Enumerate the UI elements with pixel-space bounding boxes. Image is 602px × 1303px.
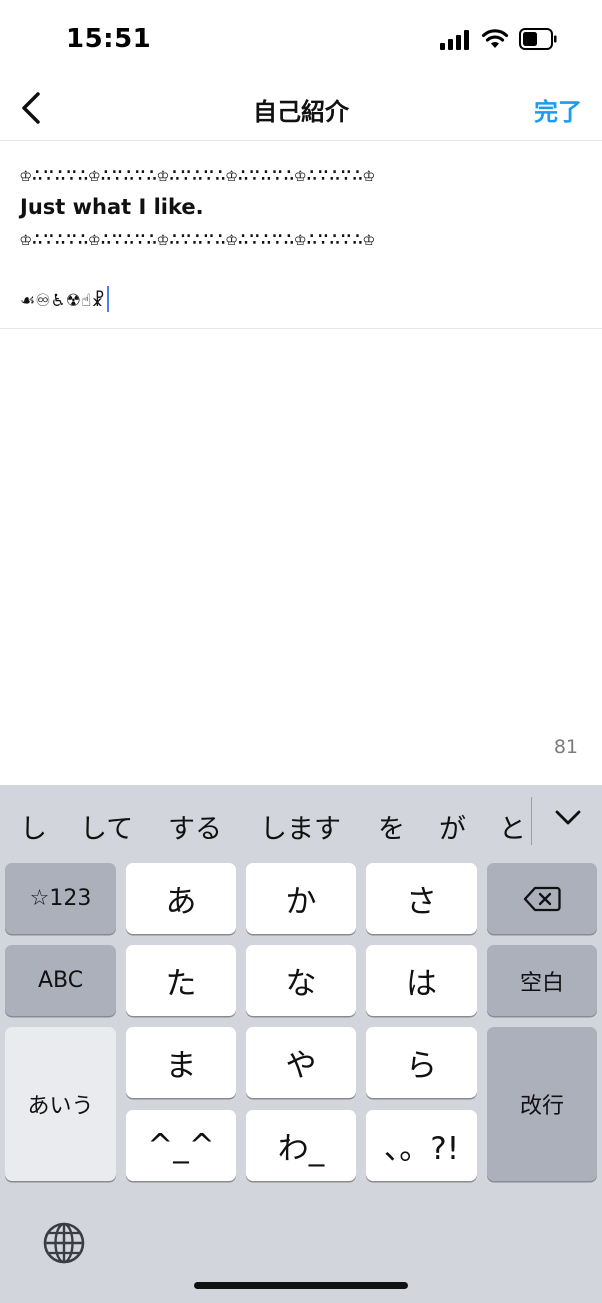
key-ma[interactable]: ま bbox=[126, 1027, 236, 1098]
key-ka[interactable]: か bbox=[246, 863, 356, 934]
bio-line-1: ♔∴∵∴∵∴♔∴∵∴∵∴♔∴∵∴∵∴♔∴∵∴∵∴♔∴∵∴∵∴♔ bbox=[20, 164, 375, 186]
key-ta[interactable]: た bbox=[126, 945, 236, 1016]
key-ya[interactable]: や bbox=[246, 1027, 356, 1098]
delete-icon bbox=[523, 886, 561, 911]
key-na[interactable]: な bbox=[246, 945, 356, 1016]
key-wa[interactable]: わ_ bbox=[246, 1110, 356, 1181]
character-counter: 81 bbox=[553, 736, 578, 758]
home-indicator bbox=[194, 1282, 408, 1289]
key-a[interactable]: あ bbox=[126, 863, 236, 934]
punctuation-key[interactable]: 、。?! bbox=[366, 1110, 477, 1181]
bio-line-2: Just what I like. bbox=[20, 195, 204, 219]
candidate-item[interactable]: と bbox=[499, 807, 526, 846]
key-sa[interactable]: さ bbox=[366, 863, 477, 934]
return-key[interactable]: 改行 bbox=[487, 1027, 597, 1181]
abc-mode-key[interactable]: ABC bbox=[5, 945, 116, 1016]
key-ha[interactable]: は bbox=[366, 945, 477, 1016]
candidate-divider bbox=[531, 797, 532, 845]
bio-line-4: ☙♾♿☢☝☧ bbox=[20, 291, 105, 311]
battery-icon bbox=[519, 28, 557, 50]
candidate-item[interactable]: して bbox=[80, 807, 133, 846]
key-ra[interactable]: ら bbox=[366, 1027, 477, 1098]
numbers-mode-key[interactable]: ☆123 bbox=[5, 863, 116, 934]
space-key[interactable]: 空白 bbox=[487, 945, 597, 1016]
bio-textarea[interactable]: ♔∴∵∴∵∴♔∴∵∴∵∴♔∴∵∴∵∴♔∴∵∴∵∴♔∴∵∴∵∴♔ Just wha… bbox=[0, 141, 602, 329]
bio-line-3: ♔∴∵∴∵∴♔∴∵∴∵∴♔∴∵∴∵∴♔∴∵∴∵∴♔∴∵∴∵∴♔ bbox=[20, 228, 375, 250]
wifi-icon bbox=[481, 29, 509, 48]
delete-key[interactable] bbox=[487, 863, 597, 934]
status-time: 15:51 bbox=[66, 24, 152, 54]
signal-icon bbox=[440, 30, 472, 50]
candidate-item[interactable]: します bbox=[260, 807, 341, 846]
kana-mode-key[interactable]: あいう bbox=[5, 1027, 116, 1181]
page-title: 自己紹介 bbox=[253, 98, 349, 126]
status-bar: 15:51 bbox=[0, 0, 602, 80]
candidate-item[interactable]: を bbox=[378, 807, 405, 846]
candidate-item[interactable]: する bbox=[168, 807, 222, 846]
face-key[interactable]: ^_^ bbox=[126, 1110, 236, 1181]
keyboard: し して する します を が と ☆123 あ か さ ABC た な は 空… bbox=[0, 785, 602, 1303]
globe-icon[interactable] bbox=[42, 1221, 86, 1265]
bio-line-4-wrap: ☙♾♿☢☝☧ bbox=[20, 284, 582, 317]
nav-bar: 自己紹介 完了 bbox=[0, 80, 602, 141]
candidate-bar: し して する します を が と bbox=[0, 785, 602, 863]
candidate-item[interactable]: が bbox=[439, 807, 466, 846]
chevron-down-icon[interactable] bbox=[554, 807, 582, 829]
candidate-item[interactable]: し bbox=[20, 807, 47, 846]
done-button[interactable]: 完了 bbox=[534, 92, 582, 127]
bio-blank-line bbox=[20, 255, 582, 284]
text-caret bbox=[106, 286, 109, 312]
